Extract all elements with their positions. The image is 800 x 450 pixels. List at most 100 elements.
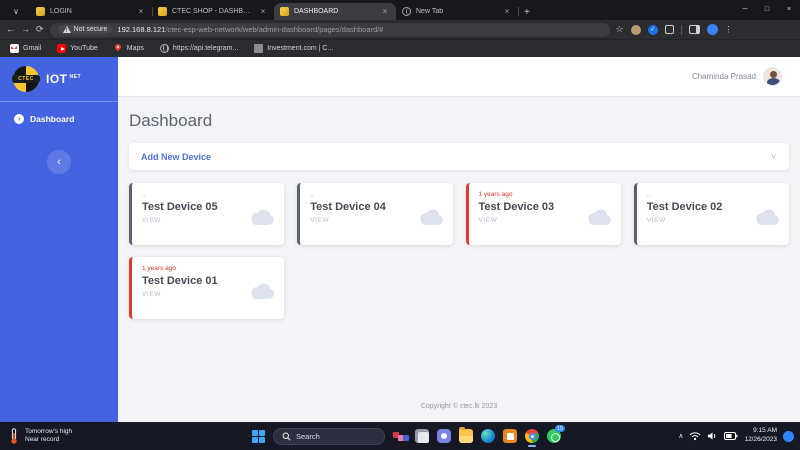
battery-icon[interactable] bbox=[724, 432, 738, 440]
tab-close-icon[interactable]: × bbox=[136, 7, 146, 16]
chrome-icon[interactable] bbox=[525, 429, 539, 447]
reload-button[interactable]: ⟳ bbox=[36, 25, 44, 34]
cloud-icon bbox=[251, 209, 275, 225]
maps-pin-icon bbox=[114, 44, 123, 53]
maximize-button[interactable]: □ bbox=[756, 0, 778, 18]
brand[interactable]: CTEC IOT NET bbox=[0, 57, 118, 101]
search-label: Search bbox=[296, 431, 320, 441]
taskbar-search[interactable]: Search bbox=[273, 427, 385, 445]
toolbar-actions: ☆ ✓ ⋮ bbox=[616, 24, 733, 35]
tray-expand-icon[interactable]: ∧ bbox=[678, 432, 683, 440]
tab-search-button[interactable]: ∨ bbox=[5, 3, 27, 19]
globe-icon bbox=[159, 44, 169, 53]
tab-label: DASHBOARD bbox=[294, 8, 339, 15]
device-meta: .. bbox=[310, 191, 314, 198]
url-path: /ctec-esp-web-network/web/admin-dashboar… bbox=[165, 25, 384, 34]
user-name[interactable]: Chaminda Prasad bbox=[692, 72, 756, 81]
extension-square-icon[interactable] bbox=[664, 25, 674, 34]
tab-label: CTEC SHOP - DASHBOARD bbox=[172, 8, 253, 15]
bookmarks-bar: Gmail YouTube Maps https://api.telegram.… bbox=[0, 39, 800, 57]
bookmark-gmail[interactable]: Gmail bbox=[10, 44, 41, 53]
taskbar-clock[interactable]: 9:15 AM 12/26/2023 bbox=[744, 427, 777, 445]
tab-label: LOGIN bbox=[50, 8, 72, 15]
tab-login[interactable]: LOGIN × bbox=[30, 3, 153, 20]
cloud-icon bbox=[756, 209, 779, 225]
bookmark-maps[interactable]: Maps bbox=[114, 44, 144, 53]
device-cards-grid: .. Test Device 05 VIEW .. Test Device 04… bbox=[129, 183, 789, 319]
tab-close-icon[interactable]: × bbox=[258, 7, 268, 16]
url-text: 192.168.8.121/ctec-esp-web-network/web/a… bbox=[117, 25, 383, 34]
notifications-badge[interactable] bbox=[783, 430, 794, 442]
main-area: Chaminda Prasad Dashboard Add New Device… bbox=[118, 57, 800, 422]
side-panel-icon[interactable] bbox=[688, 25, 700, 34]
address-bar[interactable]: ! Not secure 192.168.8.121/ctec-esp-web-… bbox=[49, 22, 610, 37]
wifi-icon[interactable] bbox=[689, 431, 701, 441]
tab-label: New Tab bbox=[416, 8, 444, 15]
security-chip[interactable]: ! Not secure bbox=[57, 25, 113, 34]
security-label: Not secure bbox=[73, 26, 108, 33]
new-tab-button[interactable]: + bbox=[524, 7, 530, 18]
whatsapp-icon[interactable]: 19 bbox=[547, 425, 565, 443]
bookmark-star-icon[interactable]: ☆ bbox=[616, 24, 624, 35]
taskbar: Tomorrow's high Near record Search 19 ∧ bbox=[0, 422, 800, 450]
extension-check-icon[interactable]: ✓ bbox=[647, 24, 658, 35]
thermometer-icon bbox=[11, 428, 17, 444]
back-button[interactable]: ← bbox=[6, 25, 15, 34]
teams-chat-icon[interactable] bbox=[437, 429, 451, 443]
start-button[interactable] bbox=[252, 429, 265, 443]
task-view-icon[interactable] bbox=[415, 429, 429, 443]
minimize-button[interactable]: ─ bbox=[734, 0, 756, 18]
bookmark-investment[interactable]: Investment.com | C... bbox=[254, 44, 333, 53]
sidebar: CTEC IOT NET › Dashboard ‹ bbox=[0, 57, 118, 422]
topbar: Chaminda Prasad bbox=[118, 57, 800, 97]
device-card: .. Test Device 02 VIEW bbox=[633, 183, 789, 245]
tab-close-icon[interactable]: × bbox=[502, 7, 512, 16]
window-controls: ─ □ × bbox=[734, 0, 800, 20]
volume-icon[interactable] bbox=[707, 431, 718, 441]
copyright-footer: Copyright © ctec.lk 2023 bbox=[420, 403, 498, 410]
forward-button[interactable]: → bbox=[21, 25, 30, 34]
clock-time: 9:15 AM bbox=[753, 427, 777, 435]
device-card-alert: 1 years ago Test Device 03 VIEW bbox=[465, 183, 621, 245]
browser-menu-icon[interactable]: ⋮ bbox=[725, 25, 733, 34]
tab-close-icon[interactable]: × bbox=[380, 7, 390, 16]
sidebar-item-dashboard[interactable]: › Dashboard bbox=[0, 102, 118, 136]
tab-ctec-shop[interactable]: CTEC SHOP - DASHBOARD × bbox=[152, 3, 275, 20]
office-app-icon[interactable] bbox=[503, 429, 517, 443]
tab-dashboard-active[interactable]: DASHBOARD × bbox=[274, 3, 396, 20]
add-device-panel[interactable]: Add New Device ∨ bbox=[129, 143, 789, 170]
tab-new-tab[interactable]: New Tab × bbox=[396, 3, 519, 20]
weather-widget[interactable]: Tomorrow's high Near record bbox=[0, 428, 72, 445]
globe-favicon bbox=[402, 7, 411, 16]
cloud-icon bbox=[419, 209, 443, 225]
dashboard-icon: › bbox=[14, 114, 24, 124]
clock-date: 12/26/2023 bbox=[744, 436, 777, 443]
search-icon bbox=[282, 432, 291, 441]
brand-name: IOT NET bbox=[46, 72, 81, 86]
device-meta: 1 years ago bbox=[478, 191, 513, 198]
investment-icon bbox=[254, 44, 264, 53]
bookmark-youtube[interactable]: YouTube bbox=[57, 44, 98, 53]
system-tray: ∧ 9:15 AM 12/26/2023 bbox=[678, 427, 794, 445]
cloud-icon bbox=[251, 283, 275, 299]
bookmark-telegram[interactable]: https://api.telegram... bbox=[159, 44, 238, 53]
close-window-button[interactable]: × bbox=[778, 0, 800, 18]
content: Dashboard Add New Device ∨ .. Test Devic… bbox=[118, 97, 800, 422]
site-favicon bbox=[158, 7, 167, 16]
chevron-down-icon[interactable]: ∨ bbox=[770, 151, 777, 162]
file-explorer-icon[interactable] bbox=[459, 427, 473, 443]
user-avatar[interactable] bbox=[763, 67, 782, 86]
cloud-icon bbox=[588, 209, 611, 225]
browser-toolbar: ← → ⟳ ! Not secure 192.168.8.121/ctec-es… bbox=[0, 20, 800, 39]
sidebar-collapse-button[interactable]: ‹ bbox=[47, 150, 71, 174]
add-device-label: Add New Device bbox=[141, 151, 212, 162]
pinned-app-icon[interactable] bbox=[393, 429, 409, 443]
profile-avatar-icon[interactable] bbox=[706, 24, 718, 35]
edge-browser-icon[interactable] bbox=[481, 429, 495, 443]
browser-tab-strip: ∨ LOGIN × CTEC SHOP - DASHBOARD × DASHBO… bbox=[0, 0, 800, 20]
weather-text: Tomorrow's high Near record bbox=[25, 427, 73, 443]
url-host: 192.168.8.121 bbox=[117, 25, 166, 34]
extension-icon[interactable] bbox=[630, 24, 641, 35]
gmail-icon bbox=[10, 44, 19, 53]
brand-suffix: NET bbox=[69, 74, 81, 80]
